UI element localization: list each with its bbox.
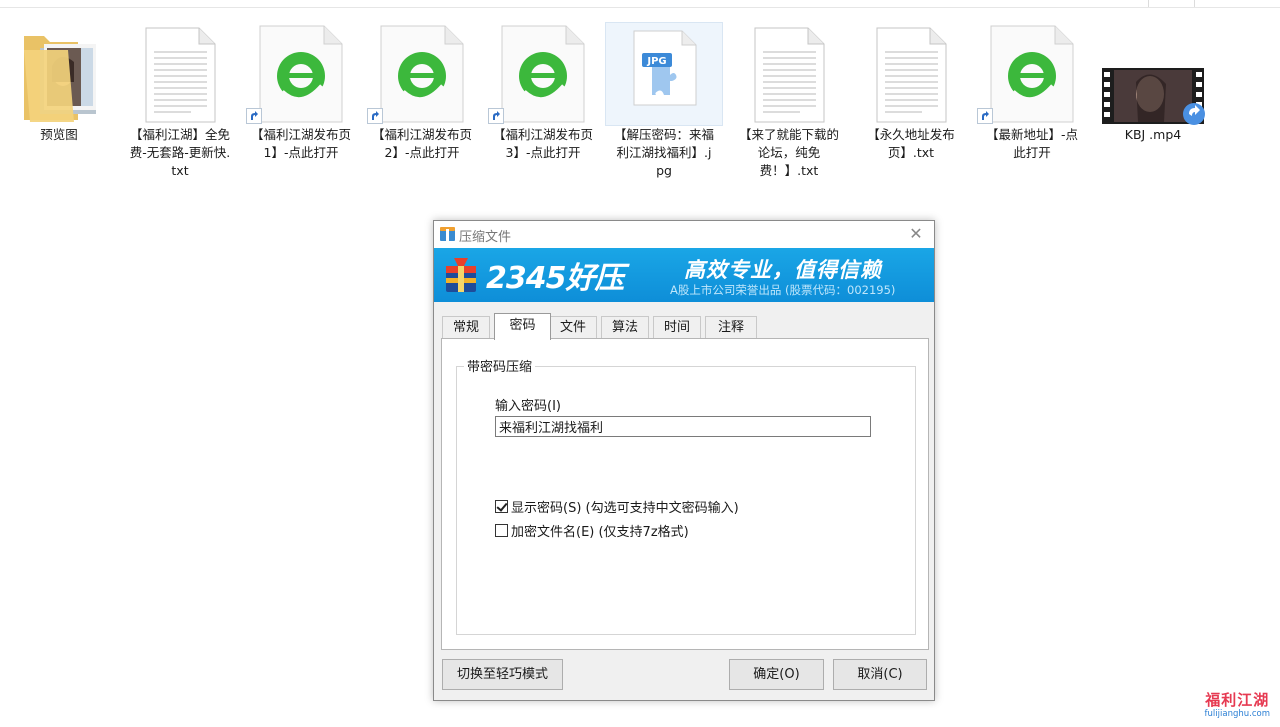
file-item-url[interactable]: 【最新地址】-点此打开 xyxy=(973,22,1091,162)
file-item-url[interactable]: 【福利江湖发布页3】-点此打开 xyxy=(484,22,602,162)
file-item-url[interactable]: 【福利江湖发布页2】-点此打开 xyxy=(363,22,481,162)
haozip-banner: 2345好压 高效专业，值得信赖 A股上市公司荣誉出品 (股票代码：002195… xyxy=(434,248,934,302)
top-segment-2 xyxy=(1194,0,1280,7)
tab-comment[interactable]: 注释 xyxy=(705,316,757,339)
password-panel: 带密码压缩 输入密码(I) 显示密码(S) (勾选可支持中文密码输入) 加密文件… xyxy=(441,338,929,650)
file-name: 【解压密码：来福利江湖找福利】.jpg xyxy=(613,127,714,178)
file-item-txt[interactable]: 【永久地址发布页】.txt xyxy=(852,22,970,162)
banner-subtitle: A股上市公司荣誉出品 (股票代码：002195) xyxy=(670,283,896,297)
file-item-preview-folder[interactable]: 预览图 xyxy=(0,22,118,144)
encrypt-names-checkbox[interactable] xyxy=(495,524,508,537)
ok-button[interactable]: 确定(O) xyxy=(729,659,824,690)
video-thumbnail-icon xyxy=(1094,22,1212,126)
file-name: 【来了就能下载的论坛，纯免费！】.txt xyxy=(738,127,839,178)
banner-brand: 2345好压 xyxy=(486,261,624,296)
jpg-badge-text: JPG xyxy=(646,56,666,67)
tab-time[interactable]: 时间 xyxy=(653,316,701,339)
text-document-icon xyxy=(730,22,848,126)
banner-slogan: 高效专业，值得信赖 xyxy=(684,258,882,282)
text-document-icon xyxy=(852,22,970,126)
switch-mode-button[interactable]: 切换至轻巧模式 xyxy=(442,659,563,690)
encrypt-names-row[interactable]: 加密文件名(E) (仅支持7z格式) xyxy=(495,521,689,540)
show-password-checkbox[interactable] xyxy=(495,500,508,513)
haozip-app-icon xyxy=(440,227,455,241)
watermark-title: 福利江湖 xyxy=(1205,691,1270,709)
show-password-row[interactable]: 显示密码(S) (勾选可支持中文密码输入) xyxy=(495,497,739,516)
compress-dialog: 压缩文件 ✕ 2345好压 高效专业，值得信赖 A股上市公司荣誉出品 (股票代码… xyxy=(433,220,935,701)
watermark-url: fulijianghu.com xyxy=(1204,709,1270,719)
shortcut-arrow-icon xyxy=(977,108,993,124)
shortcut-arrow-icon xyxy=(488,108,504,124)
group-label: 带密码压缩 xyxy=(464,356,536,375)
explorer-top-border xyxy=(0,0,1280,8)
file-name: 预览图 xyxy=(40,127,78,142)
shortcut-arrow-icon xyxy=(246,108,262,124)
file-item-url[interactable]: 【福利江湖发布页1】-点此打开 xyxy=(242,22,360,162)
text-document-icon xyxy=(121,22,239,126)
haozip-logo-icon xyxy=(442,256,480,294)
password-label: 输入密码(I) xyxy=(495,399,561,414)
file-name: 【福利江湖发布页3】-点此打开 xyxy=(492,127,593,160)
file-name: 【永久地址发布页】.txt xyxy=(867,127,955,160)
encrypt-names-label: 加密文件名(E) (仅支持7z格式) xyxy=(511,525,689,540)
file-item-jpg[interactable]: JPG 【解压密码：来福利江湖找福利】.jpg xyxy=(605,22,723,180)
file-name: KBJ .mp4 xyxy=(1124,127,1182,142)
file-item-txt[interactable]: 【来了就能下载的论坛，纯免费！】.txt xyxy=(730,22,848,180)
site-watermark: 福利江湖 fulijianghu.com xyxy=(1205,689,1270,719)
shortcut-arrow-icon xyxy=(367,108,383,124)
jpg-image-icon: JPG xyxy=(605,22,723,126)
cancel-button[interactable]: 取消(C) xyxy=(833,659,927,690)
file-name: 【最新地址】-点此打开 xyxy=(985,127,1078,160)
browser-shortcut-icon xyxy=(242,22,360,126)
dialog-title: 压缩文件 xyxy=(459,230,512,245)
password-input[interactable] xyxy=(495,416,871,437)
file-item-txt[interactable]: 【福利江湖】全免费-无套路-更新快.txt xyxy=(121,22,239,180)
browser-shortcut-icon xyxy=(484,22,602,126)
tab-general[interactable]: 常规 xyxy=(442,316,490,339)
file-name: 【福利江湖发布页1】-点此打开 xyxy=(250,127,351,160)
tab-algorithm[interactable]: 算法 xyxy=(601,316,649,339)
close-icon[interactable]: ✕ xyxy=(908,225,924,243)
file-item-video[interactable]: KBJ .mp4 xyxy=(1094,22,1212,144)
browser-shortcut-icon xyxy=(363,22,481,126)
folder-icon xyxy=(0,22,118,126)
browser-shortcut-icon xyxy=(973,22,1091,126)
top-segment-1 xyxy=(1148,0,1183,7)
file-name: 【福利江湖】全免费-无套路-更新快.txt xyxy=(129,127,231,178)
dialog-titlebar[interactable]: 压缩文件 ✕ xyxy=(434,221,934,248)
tab-password[interactable]: 密码 xyxy=(494,313,551,340)
file-name: 【福利江湖发布页2】-点此打开 xyxy=(371,127,472,160)
show-password-label: 显示密码(S) (勾选可支持中文密码输入) xyxy=(511,501,739,516)
tab-files[interactable]: 文件 xyxy=(549,316,597,339)
